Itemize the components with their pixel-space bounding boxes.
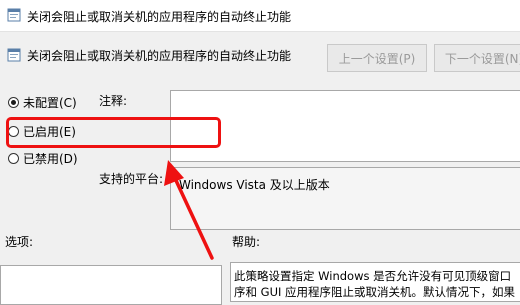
annotation-arrow-icon (164, 160, 214, 260)
